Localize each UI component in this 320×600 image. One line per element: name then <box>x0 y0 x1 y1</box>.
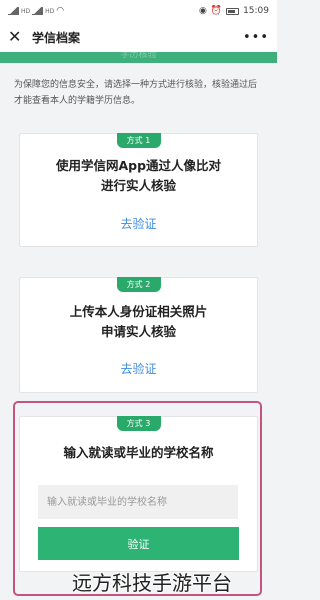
notice-text: 为保障您的信息安全，请选择一种方式进行核验，核验通过后才能查看本人的学籍学历信息… <box>14 80 258 106</box>
network-tag: HD <box>45 7 55 15</box>
method-title-line: 申请实人核验 <box>100 324 176 339</box>
battery-icon <box>226 7 240 15</box>
method-title-line: 上传本人身份证相关照片 <box>69 304 208 319</box>
method-title-line: 使用学信网App通过人像比对 <box>55 158 222 173</box>
status-bar: HD HD ◠ ◉ ⏰ 15:09 <box>0 0 277 22</box>
page-title: 学信档案 <box>32 30 81 45</box>
more-icon[interactable]: ••• <box>243 30 269 45</box>
method-title: 上传本人身份证相关照片 申请实人核验 <box>20 302 257 342</box>
method-tag: 方式 2 <box>116 277 161 292</box>
alarm-icon: ⏰ <box>210 6 223 16</box>
method-tag: 方式 1 <box>116 133 161 148</box>
method-tag: 方式 3 <box>116 416 161 431</box>
header-band-text: 学历核验 <box>120 52 157 60</box>
method-card-2: 方式 2 上传本人身份证相关照片 申请实人核验 去验证 <box>19 277 258 393</box>
status-time: 15:09 <box>243 6 269 16</box>
method-title: 输入就读或毕业的学校名称 <box>20 443 257 463</box>
method-title-line: 输入就读或毕业的学校名称 <box>63 445 214 460</box>
eye-icon: ◉ <box>198 6 207 16</box>
signal-icon <box>32 7 44 15</box>
verify-link[interactable]: 去验证 <box>20 215 257 232</box>
signal-icon <box>8 7 19 15</box>
close-icon[interactable]: ✕ <box>8 29 24 45</box>
method-title-line: 进行实人核验 <box>100 178 176 193</box>
school-name-input[interactable] <box>38 485 238 519</box>
method-title: 使用学信网App通过人像比对 进行实人核验 <box>20 156 257 196</box>
network-tag: HD <box>21 7 31 15</box>
status-right: ◉ ⏰ 15:09 <box>199 6 269 16</box>
verify-button[interactable]: 验证 <box>38 527 239 560</box>
nav-bar: ✕ 学信档案 ••• <box>0 22 277 52</box>
watermark-text: 远方科技手游平台 <box>72 571 232 595</box>
method-card-3: 方式 3 输入就读或毕业的学校名称 验证 <box>19 416 258 572</box>
status-left: HD HD ◠ <box>8 6 64 16</box>
wifi-icon: ◠ <box>56 6 65 16</box>
method-card-1: 方式 1 使用学信网App通过人像比对 进行实人核验 去验证 <box>19 133 258 247</box>
verify-link[interactable]: 去验证 <box>20 360 257 377</box>
header-band: 学历核验 <box>0 52 277 63</box>
